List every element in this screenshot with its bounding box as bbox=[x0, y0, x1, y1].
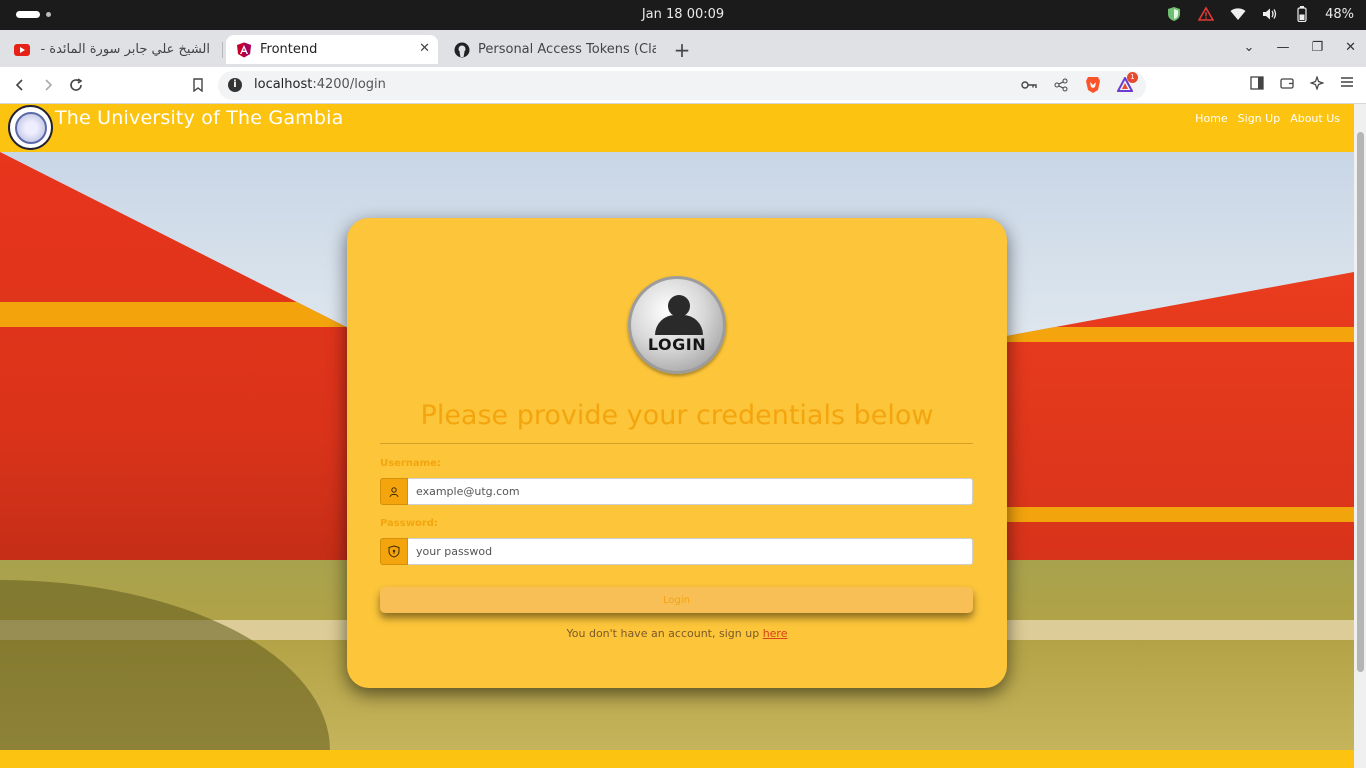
login-heading: Please provide your credentials below bbox=[420, 400, 934, 431]
tab-title: Personal Access Tokens (Cla bbox=[478, 42, 656, 57]
url-host: localhost bbox=[254, 77, 313, 92]
login-card: LOGIN Please provide your credentials be… bbox=[347, 218, 1007, 688]
key-icon[interactable] bbox=[1020, 76, 1038, 94]
battery-percentage: 48% bbox=[1325, 6, 1354, 22]
wallet-icon[interactable] bbox=[1280, 76, 1294, 94]
leo-ai-icon[interactable] bbox=[1309, 75, 1325, 94]
tab-title: Frontend bbox=[260, 42, 318, 57]
address-bar[interactable]: i localhost:4200/login 1 bbox=[218, 71, 1146, 100]
tab-github[interactable]: Personal Access Tokens (Cla bbox=[444, 35, 666, 64]
site-nav: Home Sign Up About Us bbox=[1195, 112, 1340, 125]
back-button[interactable] bbox=[10, 75, 30, 95]
youtube-icon bbox=[14, 42, 30, 58]
shield-lock-icon bbox=[380, 538, 408, 565]
password-label: Password: bbox=[380, 518, 438, 529]
site-navbar: The University of The Gambia Home Sign U… bbox=[0, 104, 1354, 152]
battery-icon[interactable] bbox=[1293, 5, 1311, 23]
page-scrollbar[interactable] bbox=[1354, 104, 1366, 768]
login-icon-text: LOGIN bbox=[647, 335, 707, 354]
notification-badge: 1 bbox=[1127, 72, 1138, 83]
new-tab-button[interactable]: + bbox=[672, 38, 692, 62]
browser-tab-strip: الشيخ علي جابر سورة المائدة - e Frontend… bbox=[0, 30, 1366, 67]
url-path: :4200/login bbox=[312, 77, 386, 92]
browser-toolbar: i localhost:4200/login 1 bbox=[0, 67, 1366, 104]
url-text[interactable]: localhost:4200/login bbox=[254, 77, 386, 92]
forward-button[interactable] bbox=[38, 75, 58, 95]
tab-youtube[interactable]: الشيخ علي جابر سورة المائدة - e bbox=[4, 35, 220, 64]
signup-prompt-text: You don't have an account, sign up bbox=[566, 627, 763, 640]
reload-button[interactable] bbox=[66, 75, 86, 95]
browser-toolbar-right bbox=[1250, 75, 1354, 94]
minimize-icon[interactable]: — bbox=[1276, 40, 1289, 55]
bookmark-button[interactable] bbox=[188, 75, 208, 95]
divider bbox=[380, 443, 973, 444]
close-tab-icon[interactable]: ✕ bbox=[419, 41, 430, 56]
login-user-icon: LOGIN bbox=[628, 276, 726, 374]
system-tray[interactable]: 48% bbox=[1165, 5, 1354, 23]
github-icon bbox=[454, 42, 470, 58]
angular-icon bbox=[236, 42, 252, 58]
share-icon[interactable] bbox=[1052, 76, 1070, 94]
close-window-icon[interactable]: ✕ bbox=[1345, 40, 1356, 55]
user-head bbox=[668, 295, 690, 317]
site-info-icon[interactable]: i bbox=[228, 78, 242, 92]
wifi-icon[interactable] bbox=[1229, 5, 1247, 23]
username-label: Username: bbox=[380, 458, 441, 469]
warning-icon[interactable] bbox=[1197, 5, 1215, 23]
password-group bbox=[380, 538, 973, 565]
shield-icon[interactable] bbox=[1165, 5, 1183, 23]
signup-prompt: You don't have an account, sign up here bbox=[347, 627, 1007, 640]
volume-icon[interactable] bbox=[1261, 5, 1279, 23]
brave-shields-icon[interactable] bbox=[1084, 76, 1102, 94]
university-seal-icon bbox=[14, 111, 47, 144]
university-logo[interactable] bbox=[8, 105, 53, 150]
tab-search-chevron-icon[interactable]: ⌄ bbox=[1244, 40, 1255, 55]
sidebar-toggle-icon[interactable] bbox=[1250, 76, 1264, 94]
system-clock[interactable]: Jan 18 00:09 bbox=[0, 7, 1366, 22]
login-button[interactable]: Login bbox=[380, 587, 973, 613]
site-footer bbox=[0, 750, 1354, 768]
brave-rewards-icon[interactable]: 1 bbox=[1116, 72, 1138, 94]
page-viewport: The University of The Gambia Home Sign U… bbox=[0, 104, 1366, 768]
tab-frontend[interactable]: Frontend ✕ bbox=[226, 35, 438, 64]
user-icon bbox=[380, 478, 408, 505]
nav-link-sign-up[interactable]: Sign Up bbox=[1238, 112, 1281, 125]
tab-separator bbox=[222, 42, 223, 58]
site-title[interactable]: The University of The Gambia bbox=[55, 107, 343, 129]
scrollbar-thumb[interactable] bbox=[1357, 132, 1364, 672]
window-controls: ⌄ — ❐ ✕ bbox=[1244, 40, 1356, 55]
nav-link-about-us[interactable]: About Us bbox=[1290, 112, 1340, 125]
signup-here-link[interactable]: here bbox=[763, 627, 788, 640]
user-body bbox=[655, 315, 703, 335]
os-top-bar: Jan 18 00:09 48% bbox=[0, 0, 1366, 30]
username-group bbox=[380, 478, 973, 505]
menu-icon[interactable] bbox=[1340, 76, 1354, 94]
username-input[interactable] bbox=[408, 478, 973, 505]
address-bar-actions: 1 bbox=[1020, 72, 1138, 94]
password-input[interactable] bbox=[408, 538, 973, 565]
nav-link-home[interactable]: Home bbox=[1195, 112, 1227, 125]
maximize-icon[interactable]: ❐ bbox=[1311, 40, 1323, 55]
tab-title: الشيخ علي جابر سورة المائدة - e bbox=[38, 42, 210, 57]
